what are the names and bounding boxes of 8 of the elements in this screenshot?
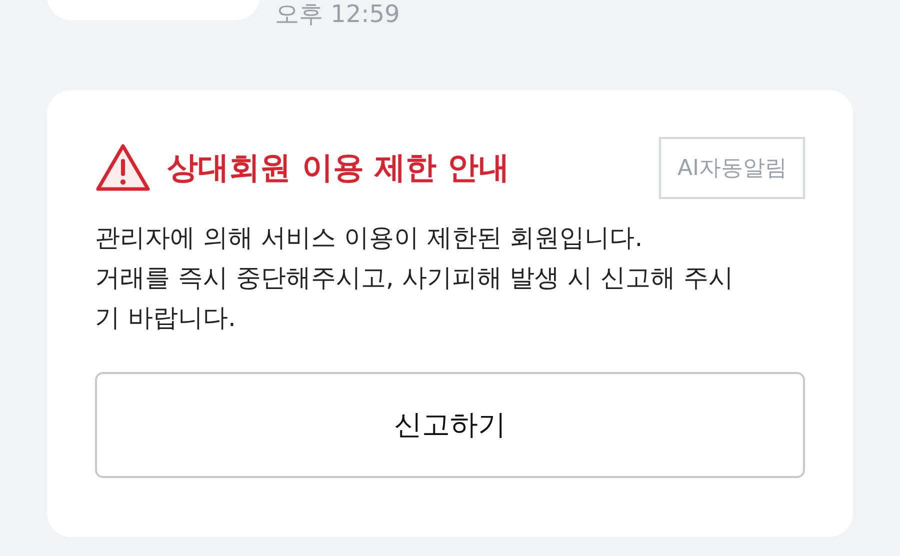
notice-text: 거래를 즉시 중단해주시고, 사기피해 발생 시 신고해 주시: [95, 262, 735, 294]
message-time: 오후 12:59: [275, 0, 400, 28]
notice-text: 기 바랍니다.: [95, 302, 237, 334]
notice-text: 관리자에 의해 서비스 이용이 제한된 회원입니다.: [95, 222, 644, 254]
notice-title: 상대회원 이용 제한 안내: [167, 149, 510, 188]
report-button[interactable]: 신고하기: [95, 372, 805, 478]
auto-notice-badge: AI자동알림: [659, 137, 805, 199]
warning-icon: [95, 142, 151, 194]
